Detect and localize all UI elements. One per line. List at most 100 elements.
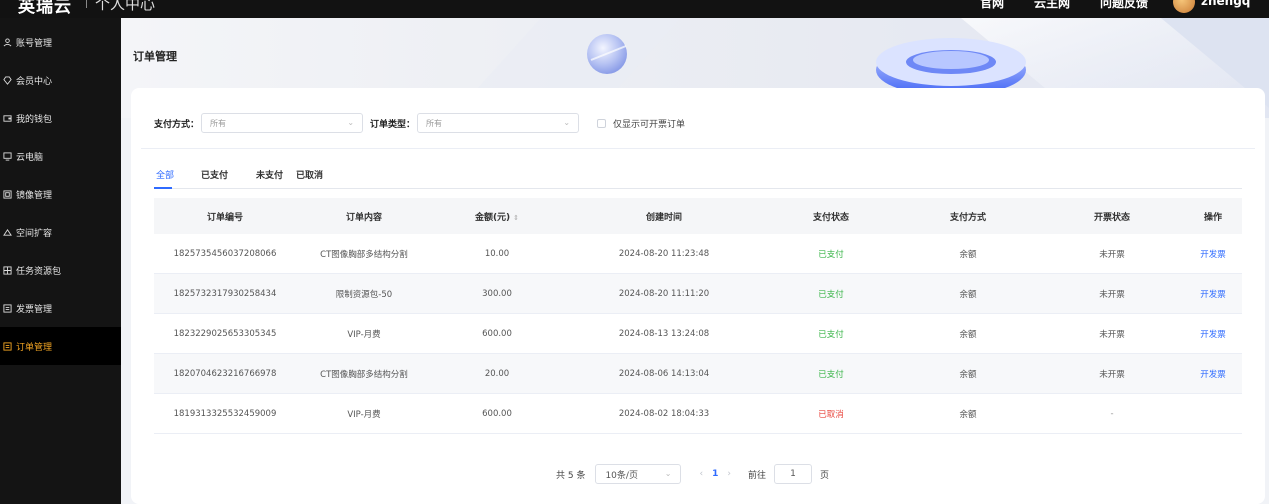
issue-invoice-link[interactable]: 开发票 xyxy=(1184,248,1242,260)
image-icon xyxy=(2,189,13,200)
user-icon xyxy=(2,37,13,48)
order-id: 1823229025653305345 xyxy=(173,328,277,339)
tab-paid[interactable]: 已支付 xyxy=(201,168,228,189)
table-row: 1825735456037208066 CT图像胸部多结构分割 10.00 20… xyxy=(154,234,1242,274)
goto-label: 前往 xyxy=(747,470,766,481)
sidebar-item-cloud-pc[interactable]: 云电脑 xyxy=(0,137,121,175)
header-amount-label: 金额(元) xyxy=(474,212,511,223)
invoiceable-only-checkbox[interactable]: 仅显示可开票订单 xyxy=(597,117,685,130)
order-content: CT图像胸部多结构分割 xyxy=(320,249,408,260)
sort-icon[interactable]: ⇕ xyxy=(513,214,519,222)
sidebar-item-label: 发票管理 xyxy=(16,304,53,315)
pagination: 共 5 条 10条/页 ⌄ ‹ 1 › 前往 1 页 xyxy=(556,464,829,484)
sidebar-item-task-package[interactable]: 任务资源包 xyxy=(0,251,121,289)
sidebar: 账号管理 会员中心 我的钱包 云电脑 镜像管理 空间扩容 任务资源包 发票管理 … xyxy=(0,18,121,504)
brand-logo[interactable]: 英瑞云 xyxy=(18,0,72,17)
header-order-id: 订单编号 xyxy=(206,212,243,223)
order-content: VIP-月费 xyxy=(347,409,381,420)
order-time: 2024-08-06 14:13:04 xyxy=(618,368,710,379)
order-time: 2024-08-20 11:11:20 xyxy=(618,288,710,299)
nav-feedback[interactable]: 问题反馈 xyxy=(1100,0,1148,11)
pay-method: 余额 xyxy=(959,409,977,420)
user-name[interactable]: zhengq xyxy=(1201,0,1250,8)
header-content: 订单内容 xyxy=(345,212,382,223)
wallet-icon xyxy=(2,113,13,124)
sidebar-item-images[interactable]: 镜像管理 xyxy=(0,175,121,213)
sidebar-item-label: 我的钱包 xyxy=(16,114,53,125)
order-type-value: 所有 xyxy=(426,118,443,128)
top-bar: 英瑞云 个人中心 官网 云主网 问题反馈 zhengq xyxy=(0,0,1269,18)
nav-cloud-main[interactable]: 云主网 xyxy=(1034,0,1070,11)
invoice-status: 未开票 xyxy=(1099,369,1125,380)
sidebar-item-account[interactable]: 账号管理 xyxy=(0,23,121,61)
pay-status: 已支付 xyxy=(818,289,844,300)
sidebar-item-orders[interactable]: 订单管理 xyxy=(0,327,121,365)
order-content: CT图像胸部多结构分割 xyxy=(320,369,408,380)
order-id: 1819313325532459009 xyxy=(173,408,277,419)
sidebar-item-storage[interactable]: 空间扩容 xyxy=(0,213,121,251)
divider xyxy=(141,148,1255,149)
table-header: 订单编号 订单内容 金额(元) ⇕ 创建时间 支付状态 支付方式 开票状态 操作 xyxy=(154,198,1242,234)
table-row: 1819313325532459009 VIP-月费 600.00 2024-0… xyxy=(154,394,1242,434)
pay-method: 余额 xyxy=(959,329,977,340)
pay-status: 已支付 xyxy=(818,369,844,380)
next-page-icon[interactable]: › xyxy=(727,469,731,479)
sidebar-item-invoices[interactable]: 发票管理 xyxy=(0,289,121,327)
chevron-down-icon: ⌄ xyxy=(664,469,672,478)
pay-method: 余额 xyxy=(959,249,977,260)
pay-method-select[interactable]: 所有 ⌄ xyxy=(201,113,364,133)
sidebar-item-label: 任务资源包 xyxy=(16,266,62,277)
header-amount[interactable]: 金额(元) ⇕ xyxy=(432,210,562,223)
chevron-down-icon: ⌄ xyxy=(347,118,355,127)
tab-all[interactable]: 全部 xyxy=(156,168,174,189)
invoice-status: 未开票 xyxy=(1099,329,1125,340)
table-row: 1825732317930258434 限制资源包-50 300.00 2024… xyxy=(154,274,1242,314)
issue-invoice-link[interactable]: 开发票 xyxy=(1184,368,1242,380)
nav-official-site[interactable]: 官网 xyxy=(980,0,1004,11)
issue-invoice-link[interactable]: 开发票 xyxy=(1184,288,1242,300)
sidebar-item-label: 云电脑 xyxy=(16,152,44,163)
page-title: 订单管理 xyxy=(133,50,177,63)
brand-subtitle: 个人中心 xyxy=(95,0,156,13)
order-amount: 600.00 xyxy=(482,328,512,339)
prev-page-icon[interactable]: ‹ xyxy=(699,469,703,479)
status-tabs: 全部 已支付 未支付 已取消 xyxy=(154,168,1242,189)
order-content: VIP-月费 xyxy=(347,329,381,340)
pay-status: 已取消 xyxy=(818,409,844,420)
tab-unpaid[interactable]: 未支付 xyxy=(256,168,283,189)
main-content: 订单管理 支付方式： 所有 ⌄ 订单类型： 所有 ⌄ 仅显示可开票订单 全部 已… xyxy=(121,18,1269,504)
order-amount: 20.00 xyxy=(484,368,510,379)
pay-method: 余额 xyxy=(959,369,977,380)
user-avatar[interactable] xyxy=(1173,0,1195,13)
sidebar-item-label: 空间扩容 xyxy=(16,228,53,239)
order-id: 1825735456037208066 xyxy=(173,248,277,259)
issue-invoice-link[interactable]: 开发票 xyxy=(1184,328,1242,340)
order-id: 1820704623216766978 xyxy=(173,368,277,379)
checkbox-box[interactable] xyxy=(597,118,607,128)
order-type-select[interactable]: 所有 ⌄ xyxy=(417,113,580,133)
total-count: 共 5 条 xyxy=(556,470,586,481)
package-icon xyxy=(2,265,13,276)
header-invoice-status: 开票状态 xyxy=(1093,212,1130,223)
invoice-status: 未开票 xyxy=(1099,289,1125,300)
sidebar-item-label: 镜像管理 xyxy=(16,190,53,201)
invoice-status: - xyxy=(1110,408,1114,419)
sidebar-item-label: 会员中心 xyxy=(16,76,53,87)
chevron-down-icon: ⌄ xyxy=(563,118,571,127)
invoice-icon xyxy=(2,303,13,314)
page-number-current[interactable]: 1 xyxy=(712,469,718,479)
order-time: 2024-08-02 18:04:33 xyxy=(618,408,710,419)
sidebar-item-membership[interactable]: 会员中心 xyxy=(0,61,121,99)
brand-divider xyxy=(86,0,87,8)
header-pay-method: 支付方式 xyxy=(949,212,986,223)
invoice-status: 未开票 xyxy=(1099,249,1125,260)
order-time: 2024-08-13 13:24:08 xyxy=(618,328,710,339)
sidebar-item-wallet[interactable]: 我的钱包 xyxy=(0,99,121,137)
goto-page-input[interactable]: 1 xyxy=(773,464,812,484)
tab-cancelled[interactable]: 已取消 xyxy=(296,168,323,189)
orders-table: 订单编号 订单内容 金额(元) ⇕ 创建时间 支付状态 支付方式 开票状态 操作 … xyxy=(154,198,1242,434)
order-id: 1825732317930258434 xyxy=(173,288,277,299)
orders-card: 支付方式： 所有 ⌄ 订单类型： 所有 ⌄ 仅显示可开票订单 全部 已支付 未支… xyxy=(131,88,1265,504)
page-size-select[interactable]: 10条/页 ⌄ xyxy=(595,464,682,484)
filter-bar: 支付方式： 所有 ⌄ 订单类型： 所有 ⌄ 仅显示可开票订单 xyxy=(154,112,685,134)
